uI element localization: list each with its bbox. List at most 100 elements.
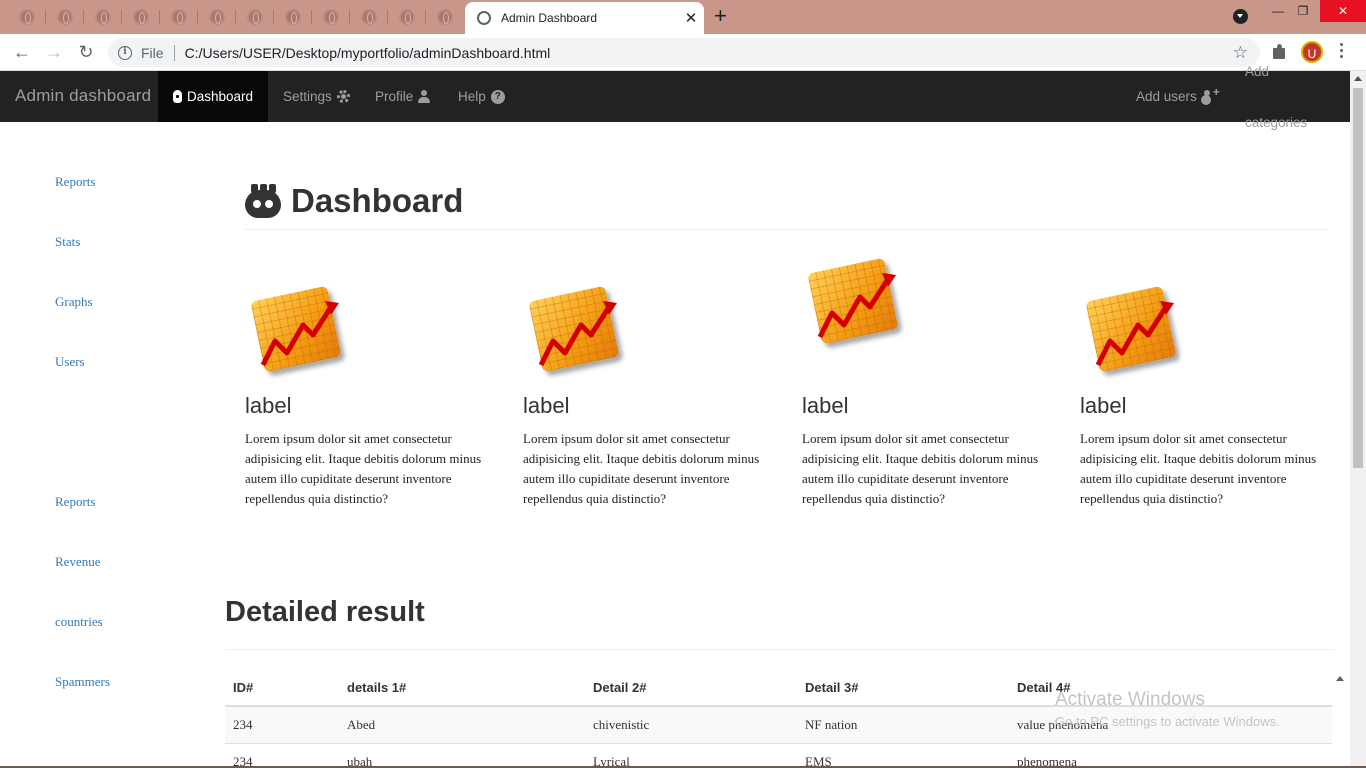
globe-icon [19, 9, 35, 25]
nav-label: Profile [375, 89, 414, 104]
sidebar-item-users[interactable]: Users [55, 354, 85, 370]
new-tab-button[interactable]: + [714, 5, 727, 27]
chart-growth-icon [523, 283, 623, 383]
app-navbar: Admin dashboard Dashboard Settings Profi… [0, 64, 1350, 130]
globe-icon [361, 9, 377, 25]
nav-label: Settings [283, 89, 332, 104]
page-scrollbar[interactable] [1350, 71, 1366, 768]
table-cell: chivenistic [585, 705, 797, 743]
skull-icon [245, 182, 281, 218]
chart-growth-icon [245, 283, 345, 383]
column-header: Detail 2# [585, 670, 797, 707]
globe-icon [171, 9, 187, 25]
globe-icon [285, 9, 301, 25]
nav-add-categories[interactable]: Add categories [1230, 64, 1350, 130]
sidebar-item-countries[interactable]: countries [55, 614, 103, 630]
user-icon [418, 90, 431, 103]
sidebar-item-graphs[interactable]: Graphs [55, 294, 93, 310]
active-tab[interactable]: Admin Dashboard ✕ [465, 2, 704, 34]
window-close-button[interactable]: ✕ [1320, 0, 1366, 22]
scrollbar-thumb[interactable] [1353, 88, 1363, 468]
pinned-tab[interactable] [388, 6, 426, 28]
card-text: Lorem ipsum dolor sit amet consectetur a… [1080, 431, 1317, 506]
nav-add-users[interactable]: Add users [1121, 71, 1235, 122]
watermark-title: Activate Windows [1055, 689, 1205, 710]
stat-card: label Lorem ipsum dolor sit amet consect… [802, 255, 1052, 509]
globe-icon [133, 9, 149, 25]
pinned-tab[interactable] [46, 6, 84, 28]
table-cell: 234 [225, 742, 339, 768]
tab-search-icon[interactable] [1233, 9, 1248, 24]
pinned-tab[interactable] [122, 6, 160, 28]
tab-close-icon[interactable]: ✕ [678, 9, 704, 27]
menu-icon[interactable] [1340, 43, 1344, 61]
table-cell: NF nation [797, 705, 1009, 743]
pinned-tab[interactable] [426, 6, 464, 28]
nav-settings[interactable]: Settings [268, 71, 365, 122]
pinned-tab[interactable] [8, 6, 46, 28]
sidebar-item-stats[interactable]: Stats [55, 234, 80, 250]
nav-dashboard[interactable]: Dashboard [158, 71, 268, 122]
sidebar-item-spammers[interactable]: Spammers [55, 674, 110, 690]
stat-card: label Lorem ipsum dolor sit amet consect… [1080, 255, 1330, 509]
card-text: Lorem ipsum dolor sit amet consectetur a… [523, 431, 760, 506]
card-label: label [802, 393, 849, 418]
info-icon[interactable]: i [118, 45, 132, 60]
forward-button[interactable]: → [42, 41, 66, 63]
help-icon: ? [490, 89, 505, 104]
table-cell: Lyrical [585, 742, 797, 768]
globe-icon [95, 9, 111, 25]
sidebar-item-revenue[interactable]: Revenue [55, 554, 100, 570]
globe-icon [323, 9, 339, 25]
url-text[interactable]: C:/Users/USER/Desktop/myportfolio/adminD… [185, 45, 1233, 61]
stat-card: label Lorem ipsum dolor sit amet consect… [245, 255, 495, 509]
windows-activation-watermark: Activate Windows Go to PC settings to ac… [1055, 689, 1280, 729]
address-bar[interactable]: i File C:/Users/USER/Desktop/myportfolio… [108, 38, 1260, 67]
pinned-tab[interactable] [312, 6, 350, 28]
globe-icon [477, 11, 491, 25]
user-plus-icon [1202, 86, 1220, 103]
nav-help[interactable]: Help ? [443, 71, 520, 122]
chart-growth-icon [1080, 283, 1180, 383]
pinned-tab[interactable] [84, 6, 122, 28]
nav-label: Dashboard [186, 89, 253, 104]
table-scroll-up-icon[interactable] [1336, 676, 1344, 681]
nav-label: Help [458, 89, 486, 104]
skull-icon [173, 90, 182, 103]
pinned-tab[interactable] [274, 6, 312, 28]
nav-label: Add categories [1245, 63, 1308, 130]
chart-growth-icon [802, 255, 902, 383]
nav-profile[interactable]: Profile [360, 71, 445, 122]
restore-button[interactable]: ❐ [1284, 0, 1322, 22]
gear-icon [336, 90, 350, 103]
pinned-tab[interactable] [198, 6, 236, 28]
scroll-up-icon[interactable] [1354, 76, 1362, 81]
card-text: Lorem ipsum dolor sit amet consectetur a… [802, 431, 1039, 506]
page-title: Dashboard [291, 182, 464, 219]
column-header: details 1# [339, 670, 585, 707]
back-button[interactable]: ← [10, 41, 34, 63]
pinned-tab[interactable] [160, 6, 198, 28]
table-row: 234 ubah Lyrical EMS phenomena [225, 742, 1332, 768]
globe-icon [437, 9, 453, 25]
card-label: label [245, 393, 292, 418]
browser-toolbar: ← → ↻ i File C:/Users/USER/Desktop/mypor… [0, 34, 1366, 71]
reload-button[interactable]: ↻ [74, 41, 98, 63]
column-header: Detail 3# [797, 670, 1009, 707]
table-cell: Abed [339, 705, 585, 743]
nav-label: Add users [1136, 89, 1197, 104]
table-cell: ubah [339, 742, 585, 768]
pinned-tab[interactable] [236, 6, 274, 28]
sidebar-item-reports-2[interactable]: Reports [55, 494, 95, 510]
navbar-brand[interactable]: Admin dashboard [15, 86, 151, 106]
section-title: Detailed result [225, 596, 425, 628]
globe-icon [57, 9, 73, 25]
sidebar-item-reports[interactable]: Reports [55, 174, 95, 190]
globe-icon [247, 9, 263, 25]
file-label: File [141, 44, 164, 61]
pinned-tab[interactable] [350, 6, 388, 28]
globe-icon [209, 9, 225, 25]
card-label: label [523, 393, 570, 418]
table-cell: phenomena [1009, 742, 1332, 768]
tab-title: Admin Dashboard [501, 11, 598, 25]
